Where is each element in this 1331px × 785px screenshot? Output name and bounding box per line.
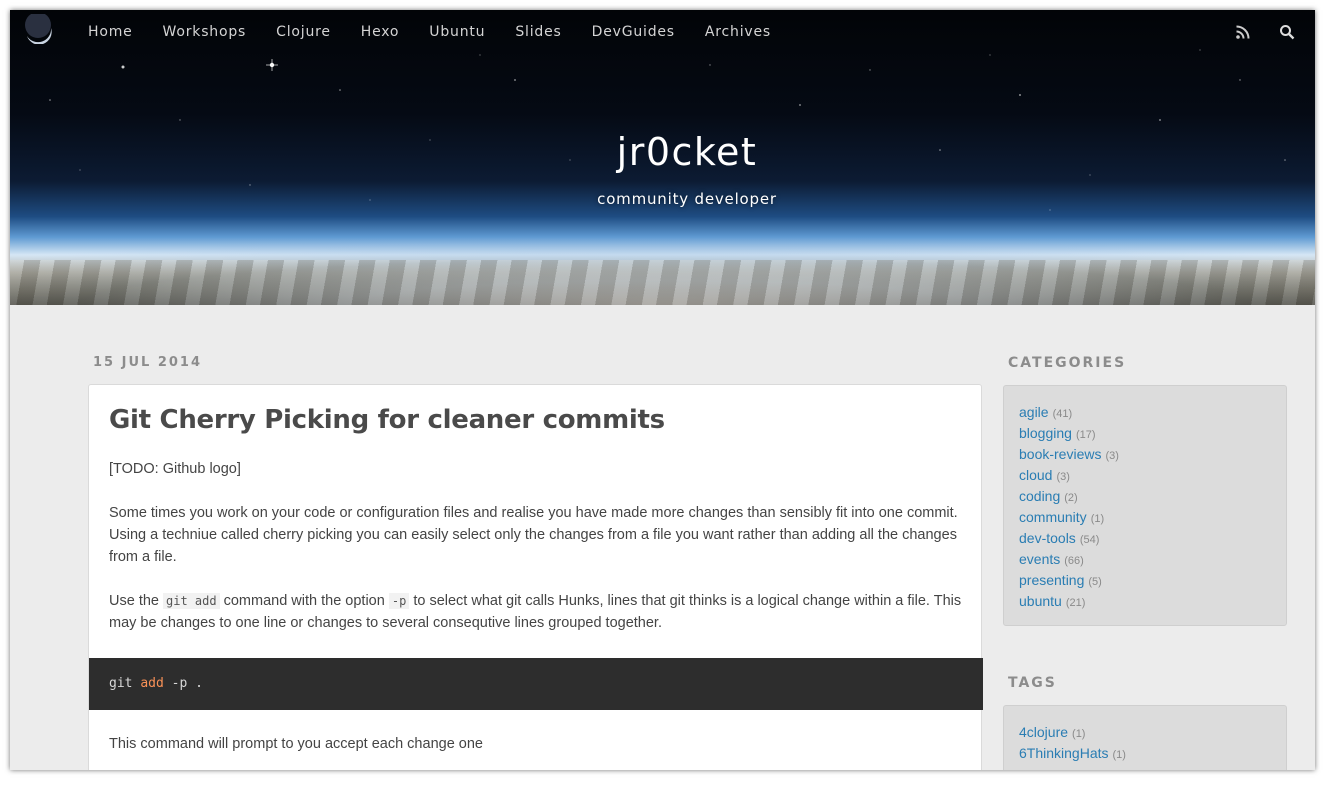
category-count: (17)	[1075, 429, 1096, 441]
site-title[interactable]: jr0cket	[10, 130, 1315, 174]
planet-icon	[25, 14, 52, 44]
category-count: (3)	[1056, 471, 1070, 483]
main-nav: Home Workshops Clojure Hexo Ubuntu Slide…	[88, 23, 801, 41]
post-paragraph-3: This command will prompt to you accept e…	[109, 736, 483, 752]
post-title[interactable]: Git Cherry Picking for cleaner commits	[109, 405, 665, 435]
category-link[interactable]: blogging	[1019, 425, 1072, 441]
site-subtitle: community developer	[597, 190, 777, 208]
post-date: 15 JUL 2014	[93, 355, 203, 370]
code-keyword: add	[140, 676, 164, 691]
category-item: agile (41)	[1019, 401, 1271, 422]
categories-box: agile (41) blogging (17) book-reviews (3) c…	[1003, 385, 1287, 626]
category-link[interactable]: community	[1019, 509, 1087, 525]
todo-note: [TODO: Github logo]	[109, 461, 241, 477]
code-command: git	[109, 676, 133, 691]
category-count: (21)	[1065, 597, 1086, 609]
category-count: (41)	[1052, 408, 1073, 420]
tag-item: 4clojure (1)	[1019, 721, 1271, 742]
category-link[interactable]: events	[1019, 551, 1060, 567]
category-link[interactable]: book-reviews	[1019, 446, 1101, 462]
category-item: community (1)	[1019, 506, 1271, 527]
categories-heading: CATEGORIES	[1008, 355, 1127, 371]
text-segment: Use the	[109, 593, 163, 609]
category-item: cloud (3)	[1019, 464, 1271, 485]
category-link[interactable]: dev-tools	[1019, 530, 1076, 546]
header-icon-group	[1207, 24, 1295, 40]
category-link[interactable]: presenting	[1019, 572, 1084, 588]
category-count: (3)	[1105, 450, 1119, 462]
tag-count: (1)	[1072, 728, 1086, 740]
tag-item: 6ThinkingHats (1)	[1019, 742, 1271, 763]
nav-archives[interactable]: Archives	[705, 23, 771, 41]
category-item: book-reviews (3)	[1019, 443, 1271, 464]
text-segment: command with the option	[219, 593, 389, 609]
header-banner: Home Workshops Clojure Hexo Ubuntu Slide…	[10, 10, 1315, 305]
category-count: (2)	[1064, 492, 1078, 504]
nav-ubuntu[interactable]: Ubuntu	[429, 23, 485, 41]
inline-code-git-add: git add	[163, 593, 220, 609]
category-count: (66)	[1064, 555, 1084, 567]
tags-heading: TAGS	[1008, 675, 1057, 691]
category-count: (5)	[1088, 576, 1102, 588]
tag-link[interactable]: 4clojure	[1019, 724, 1068, 740]
rss-icon[interactable]	[1235, 24, 1251, 40]
nav-hexo[interactable]: Hexo	[361, 23, 400, 41]
post-paragraph-2: Use the git add command with the option …	[109, 590, 967, 634]
nav-workshops[interactable]: Workshops	[163, 23, 247, 41]
category-link[interactable]: cloud	[1019, 467, 1052, 483]
category-link[interactable]: ubuntu	[1019, 593, 1062, 609]
search-icon[interactable]	[1279, 24, 1295, 40]
post-paragraph-1: Some times you work on your code or conf…	[109, 505, 958, 565]
cloud-layer	[10, 260, 1315, 305]
nav-home[interactable]: Home	[88, 23, 133, 41]
tag-count: (1)	[1112, 749, 1126, 761]
inline-code-p-option: -p	[388, 593, 410, 609]
code-block: git add -p .	[89, 658, 983, 710]
tag-link[interactable]: 6ThinkingHats	[1019, 745, 1109, 761]
browser-viewport: Home Workshops Clojure Hexo Ubuntu Slide…	[10, 10, 1315, 770]
code-args: -p .	[171, 676, 203, 691]
category-count: (54)	[1079, 534, 1100, 546]
category-item: coding (2)	[1019, 485, 1271, 506]
post-article: Git Cherry Picking for cleaner commits […	[88, 384, 983, 770]
category-item: blogging (17)	[1019, 422, 1271, 443]
nav-slides[interactable]: Slides	[515, 23, 561, 41]
category-link[interactable]: coding	[1019, 488, 1060, 504]
tags-box: 4clojure (1) 6ThinkingHats (1)	[1003, 705, 1287, 770]
category-item: dev-tools (54)	[1019, 527, 1271, 548]
category-count: (1)	[1090, 513, 1105, 525]
nav-devguides[interactable]: DevGuides	[592, 23, 675, 41]
category-item: presenting (5)	[1019, 569, 1271, 590]
category-item: events (66)	[1019, 548, 1271, 569]
category-link[interactable]: agile	[1019, 404, 1049, 420]
nav-clojure[interactable]: Clojure	[276, 23, 331, 41]
category-item: ubuntu (21)	[1019, 590, 1271, 611]
